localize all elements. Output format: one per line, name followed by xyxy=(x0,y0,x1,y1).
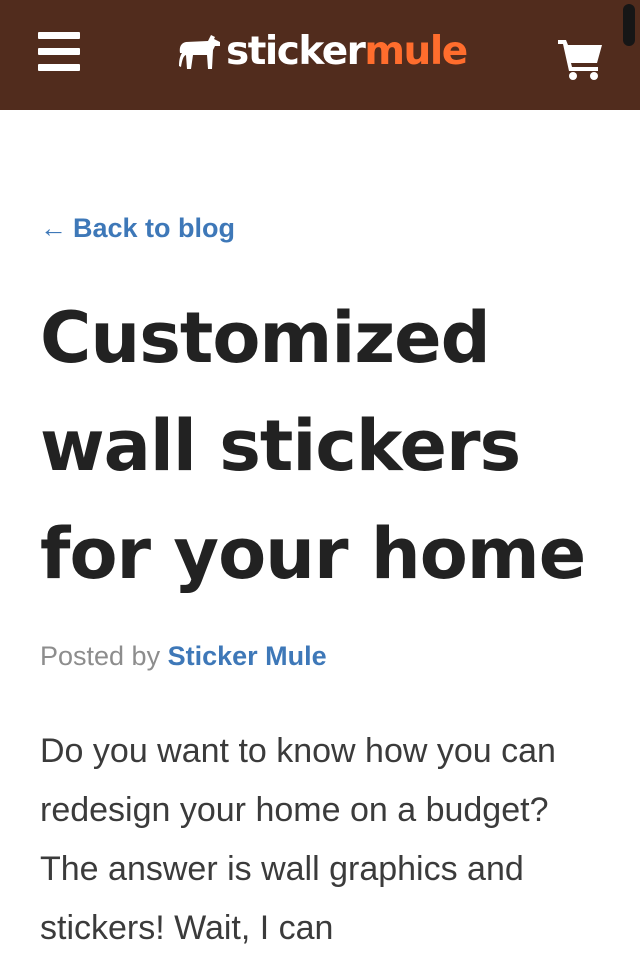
shopping-cart-icon[interactable] xyxy=(556,36,604,80)
scrollbar-thumb[interactable] xyxy=(623,4,635,46)
back-to-blog-label: Back to blog xyxy=(73,213,236,243)
back-to-blog-link[interactable]: ← Back to blog xyxy=(40,210,235,246)
site-header: stickermule xyxy=(0,0,640,110)
hamburger-menu-icon[interactable] xyxy=(38,30,80,74)
logo-text-mule: mule xyxy=(364,29,468,74)
logo-text-sticker: sticker xyxy=(226,29,366,74)
site-logo[interactable]: stickermule xyxy=(178,26,468,78)
post-title: Customized wall stickers for your home xyxy=(40,297,586,595)
byline-prefix: Posted by xyxy=(40,641,161,671)
mule-icon xyxy=(179,35,220,69)
author-link[interactable]: Sticker Mule xyxy=(168,641,327,671)
post-byline: Posted by Sticker Mule xyxy=(40,638,327,674)
post-body-paragraph: Do you want to know how you can redesign… xyxy=(40,732,556,947)
back-arrow-icon: ← xyxy=(40,213,67,243)
